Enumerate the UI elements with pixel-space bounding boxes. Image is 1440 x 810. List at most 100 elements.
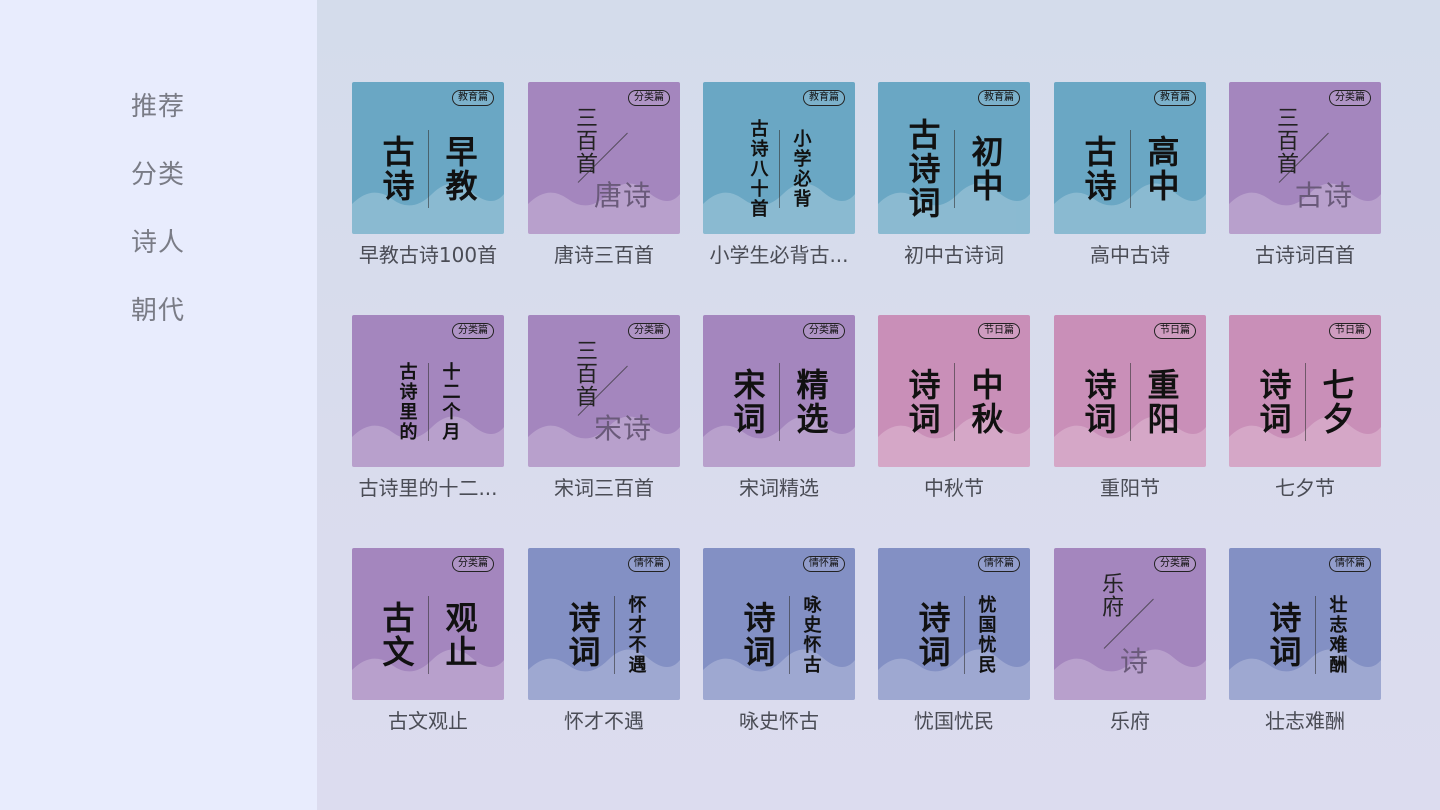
category-tag: 情怀篇 xyxy=(803,556,845,572)
collection-cover[interactable]: 教育篇古诗词 初中 xyxy=(878,82,1030,234)
cover-title-top: 乐府 xyxy=(1098,572,1123,618)
collection-cover[interactable]: 分类篇古文 观止 xyxy=(352,548,504,700)
cover-title-column: 初中 xyxy=(966,135,1005,203)
cover-title-column: 早教 xyxy=(440,135,479,203)
collection-cover[interactable]: 分类篇宋词 精选 xyxy=(703,315,855,467)
cover-title-column: 诗词 xyxy=(738,601,777,669)
cover-divider xyxy=(427,363,429,441)
collection-cover[interactable]: 分类篇 三百首 宋诗 xyxy=(528,315,680,467)
collection-cover[interactable]: 节日篇诗词 中秋 xyxy=(878,315,1030,467)
cover-divider xyxy=(778,363,780,441)
category-tag: 节日篇 xyxy=(978,323,1020,339)
category-tag: 情怀篇 xyxy=(978,556,1020,572)
cover-title: 诗词 七夕 xyxy=(1229,345,1381,459)
collection-cover[interactable]: 教育篇古诗 早教 xyxy=(352,82,504,234)
cover-divider xyxy=(427,596,429,674)
category-tag: 分类篇 xyxy=(628,323,670,339)
collection-card[interactable]: 教育篇 古诗八十首 小学必背 小学生必背古... xyxy=(703,82,855,268)
cover-divider xyxy=(427,130,429,208)
cover-title-column: 古诗 xyxy=(1079,135,1118,203)
sidebar-item-dynasty[interactable]: 朝代 xyxy=(131,296,185,326)
collection-card[interactable]: 节日篇 诗词 七夕七夕节 xyxy=(1229,315,1381,501)
category-tag: 分类篇 xyxy=(1329,90,1371,106)
cover-title-column: 诗词 xyxy=(1254,368,1293,436)
category-tag: 分类篇 xyxy=(1154,556,1196,572)
cover-title-column: 咏史怀古 xyxy=(800,595,822,675)
collection-title: 古诗词百首 xyxy=(1255,243,1355,267)
collection-card[interactable]: 节日篇诗词 中秋中秋节 xyxy=(878,315,1030,501)
cover-title: 诗词 忧国忧民 xyxy=(878,578,1030,692)
category-tag: 分类篇 xyxy=(452,556,494,572)
collection-title: 壮志难酬 xyxy=(1265,709,1345,733)
category-tag: 节日篇 xyxy=(1154,323,1196,339)
collection-cover[interactable]: 分类篇 三百首 古诗 xyxy=(1229,82,1381,234)
collection-title: 古文观止 xyxy=(388,709,468,733)
sidebar-item-category[interactable]: 分类 xyxy=(131,160,185,190)
cover-title-column: 十二个月 xyxy=(439,362,461,442)
collection-card[interactable]: 教育篇古诗词 初中 初中古诗词 xyxy=(878,82,1030,268)
cover-title: 古诗 高中 xyxy=(1054,112,1206,226)
collection-cover[interactable]: 分类篇 乐府诗 xyxy=(1054,548,1206,700)
cover-title-column: 精选 xyxy=(791,368,830,436)
cover-title: 诗词 怀才不遇 xyxy=(528,578,680,692)
category-tag: 情怀篇 xyxy=(628,556,670,572)
collection-cover[interactable]: 情怀篇诗词 忧国忧民 xyxy=(878,548,1030,700)
collection-cover[interactable]: 情怀篇诗词 咏史怀古 xyxy=(703,548,855,700)
sidebar-item-recommend[interactable]: 推荐 xyxy=(131,92,185,122)
collection-cover[interactable]: 分类篇 三百首 唐诗 xyxy=(528,82,680,234)
category-tag: 分类篇 xyxy=(803,323,845,339)
cover-title-column: 怀才不遇 xyxy=(625,595,647,675)
collection-card[interactable]: 教育篇 古诗 高中 高中古诗 xyxy=(1054,82,1206,268)
collection-title: 忧国忧民 xyxy=(914,709,994,733)
collection-cover[interactable]: 节日篇 诗词 七夕 xyxy=(1229,315,1381,467)
collection-cover[interactable]: 情怀篇诗词 怀才不遇 xyxy=(528,548,680,700)
collection-title: 中秋节 xyxy=(924,476,984,500)
collection-card[interactable]: 分类篇 乐府诗乐府 xyxy=(1054,548,1206,734)
collection-title: 古诗里的十二... xyxy=(358,476,498,500)
collection-card[interactable]: 分类篇 三百首 古诗古诗词百首 xyxy=(1229,82,1381,268)
category-tag: 教育篇 xyxy=(452,90,494,106)
collection-title: 七夕节 xyxy=(1275,476,1335,500)
cover-title-column: 忧国忧民 xyxy=(975,595,997,675)
cover-title-column: 重阳 xyxy=(1142,368,1181,436)
cover-title-column: 诗词 xyxy=(903,368,942,436)
cover-title: 宋词 精选 xyxy=(703,345,855,459)
cover-title-column: 古诗 xyxy=(377,135,416,203)
cover-title: 古诗 早教 xyxy=(352,112,504,226)
cover-title-column: 小学必背 xyxy=(790,129,812,209)
cover-title-column: 高中 xyxy=(1142,135,1181,203)
cover-title: 古文 观止 xyxy=(352,578,504,692)
cover-title: 古诗词 初中 xyxy=(878,112,1030,226)
collection-card[interactable]: 分类篇宋词 精选 宋词精选 xyxy=(703,315,855,501)
sidebar: 推荐 分类 诗人 朝代 xyxy=(0,0,317,810)
cover-title-column: 观止 xyxy=(440,601,479,669)
collection-card[interactable]: 情怀篇诗词 怀才不遇 怀才不遇 xyxy=(528,548,680,734)
collection-title: 重阳节 xyxy=(1100,476,1160,500)
cover-title-bottom: 古诗 xyxy=(1295,179,1354,212)
collection-cover[interactable]: 节日篇诗词 重阳 xyxy=(1054,315,1206,467)
collection-title: 宋词三百首 xyxy=(554,476,654,500)
collection-card[interactable]: 情怀篇诗词 咏史怀古 咏史怀古 xyxy=(703,548,855,734)
collection-card[interactable]: 分类篇 古诗里的 十二个月古诗里的十二... xyxy=(352,315,504,501)
collection-cover[interactable]: 分类篇 古诗里的 十二个月 xyxy=(352,315,504,467)
cover-divider xyxy=(1314,596,1316,674)
collection-cover[interactable]: 情怀篇 诗词 壮志难酬 xyxy=(1229,548,1381,700)
category-tag: 教育篇 xyxy=(978,90,1020,106)
cover-title: 古诗里的 十二个月 xyxy=(352,345,504,459)
collection-card[interactable]: 分类篇 三百首 宋诗宋词三百首 xyxy=(528,315,680,501)
collection-card[interactable]: 节日篇诗词 重阳重阳节 xyxy=(1054,315,1206,501)
cover-title-column: 古诗八十首 xyxy=(747,119,769,219)
collection-card[interactable]: 分类篇 三百首 唐诗 唐诗三百首 xyxy=(528,82,680,268)
cover-title-column: 诗词 xyxy=(913,601,952,669)
collection-cover[interactable]: 教育篇 古诗 高中 xyxy=(1054,82,1206,234)
collection-card[interactable]: 情怀篇 诗词 忧国忧民 忧国忧民 xyxy=(878,548,1030,734)
category-tag: 分类篇 xyxy=(628,90,670,106)
cover-title-column: 古诗词 xyxy=(903,118,942,220)
collection-card[interactable]: 分类篇 古文 观止 古文观止 xyxy=(352,548,504,734)
cover-title-column: 中秋 xyxy=(966,368,1005,436)
collection-cover[interactable]: 教育篇 古诗八十首 小学必背 xyxy=(703,82,855,234)
collection-card[interactable]: 情怀篇 诗词 壮志难酬壮志难酬 xyxy=(1229,548,1381,734)
collection-card[interactable]: 教育篇 古诗 早教 早教古诗100首 xyxy=(352,82,504,268)
cover-title: 诗词 重阳 xyxy=(1054,345,1206,459)
sidebar-item-poet[interactable]: 诗人 xyxy=(131,228,185,258)
